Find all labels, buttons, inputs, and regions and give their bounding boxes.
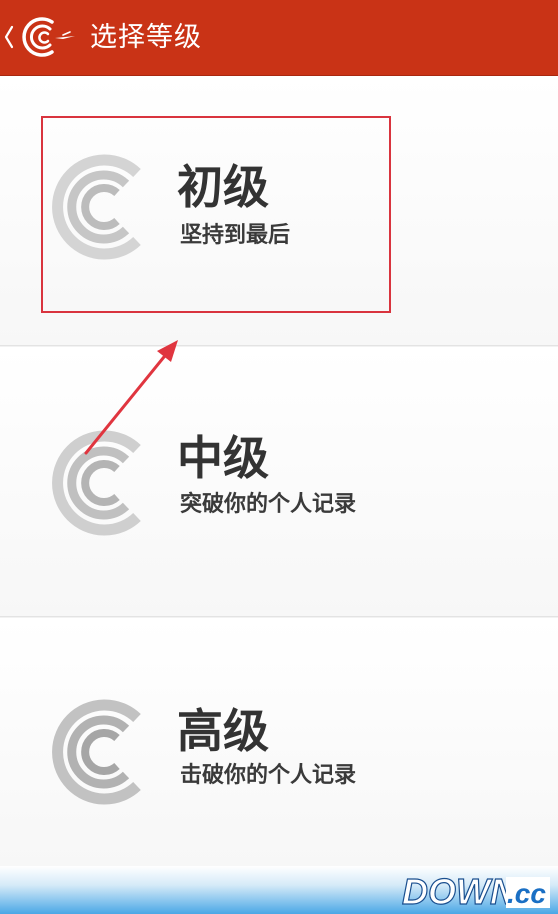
level-card-beginner[interactable]: 初级 坚持到最后 <box>0 76 558 346</box>
level-description: 坚持到最后 <box>180 223 291 248</box>
watermark-suffix: .cc <box>507 878 546 909</box>
level-card-intermediate[interactable]: 中级 突破你的个人记录 <box>0 347 558 617</box>
level-name: 初级 <box>177 160 269 214</box>
level-c-icon <box>52 699 141 805</box>
level-description: 击破你的个人记录 <box>180 763 357 788</box>
watermark-logo: DOWN .cc <box>401 870 550 912</box>
level-c-icon <box>52 430 141 536</box>
back-button[interactable] <box>0 0 84 76</box>
level-name: 高级 <box>177 704 269 758</box>
level-c-icon <box>52 154 141 260</box>
level-card-advanced[interactable]: 高级 击破你的个人记录 <box>0 618 558 866</box>
page-title: 选择等级 <box>90 22 202 53</box>
watermark-text: DOWN <box>402 871 517 912</box>
app-logo-icon <box>22 17 75 57</box>
level-name: 中级 <box>177 431 269 485</box>
level-description: 突破你的个人记录 <box>180 492 357 517</box>
chevron-left-icon <box>4 25 14 49</box>
app-header: 选择等级 <box>0 0 558 76</box>
